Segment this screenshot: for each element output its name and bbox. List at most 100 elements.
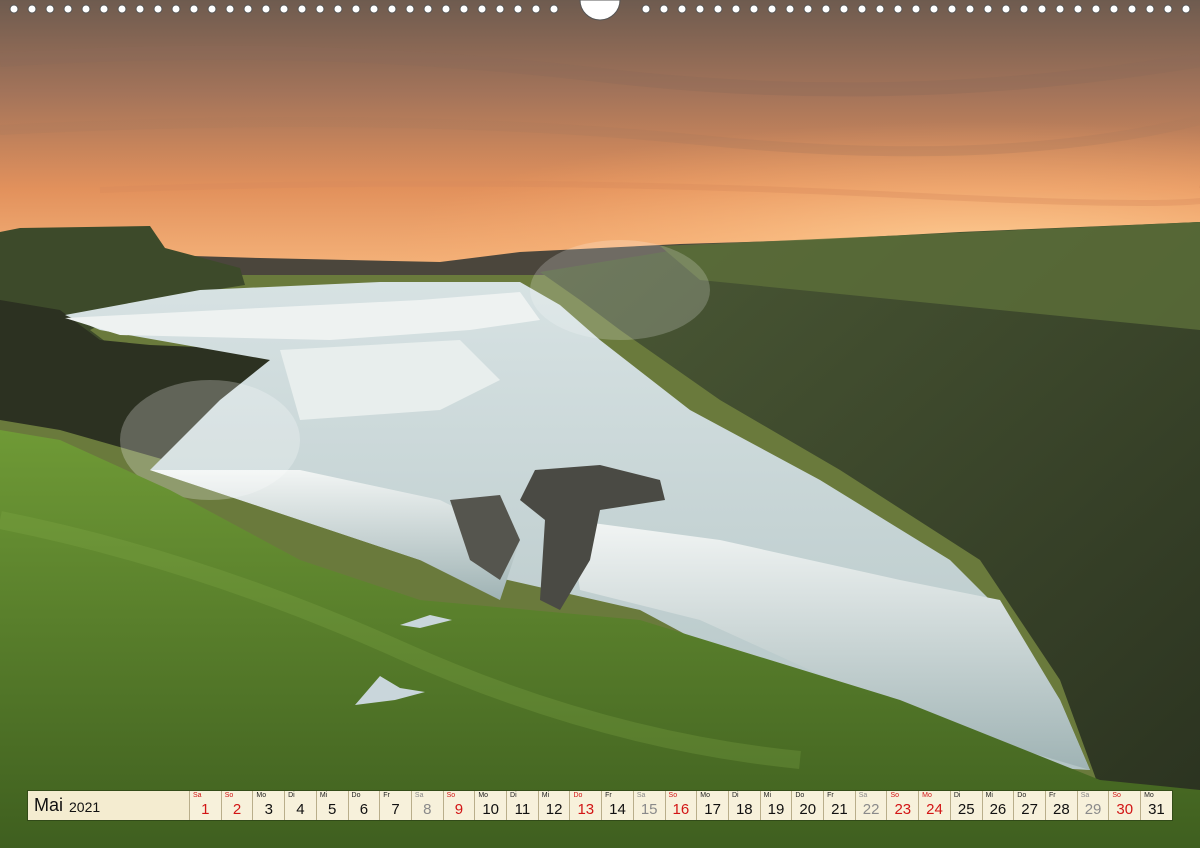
day-number: 4 xyxy=(296,801,305,818)
day-cell: Mi 19 xyxy=(760,791,793,820)
day-number: 5 xyxy=(327,801,337,818)
day-cell: Do 27 xyxy=(1014,791,1046,820)
day-cell: Mo 24 xyxy=(919,791,951,820)
month-name: Mai xyxy=(34,795,64,815)
weekday-label: Fr xyxy=(383,792,390,799)
day-number: 22 xyxy=(862,801,880,818)
weekday-label: Sa xyxy=(193,792,202,799)
day-cell: Fr 28 xyxy=(1045,791,1078,820)
day-cell: Mi 12 xyxy=(538,791,571,820)
day-cell: So 16 xyxy=(665,791,698,820)
day-number: 11 xyxy=(514,801,531,818)
day-number: 23 xyxy=(894,801,912,818)
weekday-label: Mo xyxy=(478,792,489,799)
day-number: 18 xyxy=(735,801,753,818)
weekday-label: Fr xyxy=(827,792,834,799)
day-number: 20 xyxy=(799,801,817,818)
weekday-label: Mi xyxy=(541,792,550,799)
weekday-label: So xyxy=(446,792,456,799)
weekday-label: So xyxy=(668,792,678,799)
day-cell: Fr 14 xyxy=(602,791,634,820)
day-cell: Di 11 xyxy=(507,791,539,820)
weekday-label: Do xyxy=(795,792,805,799)
calendar-strip: Mai 2021 Sa 1 So 2 Mo 3 Di 4 Mi 5 Do 6 Fr 7 Sa 8 So 9 Mo 10… xyxy=(28,791,1172,820)
month-header: Mai 2021 xyxy=(28,791,190,820)
day-cell: Sa 22 xyxy=(855,791,888,820)
day-cell: Mo 17 xyxy=(697,791,729,820)
day-cell: So 9 xyxy=(443,791,476,820)
day-cell: Mo 31 xyxy=(1141,791,1172,820)
day-cell: Fr 21 xyxy=(824,791,856,820)
day-number: 19 xyxy=(767,801,785,818)
days-row: Sa 1 So 2 Mo 3 Di 4 Mi 5 Do 6 Fr 7 Sa 8 So 9 Mo 10 Di 11 Mi 12 D… xyxy=(190,791,1172,820)
day-cell: Do 6 xyxy=(348,791,381,820)
weekday-label: Mi xyxy=(985,792,993,799)
weekday-label: Sa xyxy=(414,792,424,799)
day-cell: Fr 7 xyxy=(380,791,412,820)
day-number: 31 xyxy=(1148,801,1165,818)
year-label: 2021 xyxy=(69,798,101,815)
weekday-label: Mo xyxy=(922,792,932,799)
day-number: 10 xyxy=(482,801,500,818)
day-number: 28 xyxy=(1052,801,1070,818)
day-cell: So 2 xyxy=(221,791,254,820)
weekday-label: So xyxy=(224,792,234,799)
day-number: 13 xyxy=(577,801,595,818)
day-number: 16 xyxy=(672,801,690,818)
weekday-label: Mi xyxy=(763,792,772,799)
day-cell: Mi 5 xyxy=(316,791,349,820)
day-number: 30 xyxy=(1116,801,1134,818)
day-number: 2 xyxy=(232,801,242,818)
weekday-label: Fr xyxy=(1048,792,1056,799)
day-cell: Mo 10 xyxy=(475,791,508,820)
weekday-label: Sa xyxy=(636,792,646,799)
weekday-label: Mo xyxy=(1144,792,1154,799)
weekday-label: Mo xyxy=(256,792,267,799)
day-cell: Sa 15 xyxy=(633,791,666,820)
day-cell: Do 13 xyxy=(570,791,603,820)
weekday-label: Fr xyxy=(605,792,612,799)
spiral-binding xyxy=(9,0,1191,21)
day-number: 8 xyxy=(423,801,432,818)
day-number: 6 xyxy=(359,801,369,818)
day-number: 21 xyxy=(831,801,848,818)
day-cell: So 23 xyxy=(887,791,920,820)
day-cell: Sa 8 xyxy=(411,791,444,820)
weekday-label: Do xyxy=(351,792,361,799)
hanger-notch xyxy=(579,0,621,21)
day-number: 26 xyxy=(989,801,1007,818)
day-number: 14 xyxy=(609,801,626,818)
weekday-label: Sa xyxy=(1080,792,1090,799)
day-cell: Mo 3 xyxy=(253,791,286,820)
day-cell: Sa 1 xyxy=(190,791,222,820)
weekday-label: Mo xyxy=(700,792,710,799)
day-cell: Do 20 xyxy=(792,791,825,820)
day-number: 15 xyxy=(640,801,658,818)
day-cell: Di 25 xyxy=(950,791,983,820)
weekday-label: Do xyxy=(573,792,583,799)
day-number: 7 xyxy=(391,801,400,818)
weekday-label: Sa xyxy=(858,792,868,799)
weekday-label: Di xyxy=(510,792,517,799)
waterfall-landscape-photo xyxy=(0,0,1200,848)
day-number: 17 xyxy=(704,801,721,818)
day-cell: Mi 26 xyxy=(982,791,1015,820)
day-number: 24 xyxy=(926,801,943,818)
weekday-label: Di xyxy=(953,792,961,799)
day-cell: Sa 29 xyxy=(1077,791,1110,820)
day-number: 3 xyxy=(264,801,273,818)
day-number: 29 xyxy=(1084,801,1102,818)
day-cell: Di 4 xyxy=(285,791,317,820)
day-number: 1 xyxy=(201,801,210,818)
day-number: 25 xyxy=(957,801,975,818)
day-number: 27 xyxy=(1021,801,1038,818)
day-number: 9 xyxy=(454,801,464,818)
day-number: 12 xyxy=(545,801,563,818)
day-cell: Di 18 xyxy=(728,791,761,820)
weekday-label: Di xyxy=(288,792,295,799)
weekday-label: So xyxy=(890,792,900,799)
day-cell: So 30 xyxy=(1109,791,1142,820)
weekday-label: Di xyxy=(731,792,739,799)
weekday-label: Do xyxy=(1017,792,1027,799)
weekday-label: Mi xyxy=(319,792,328,799)
